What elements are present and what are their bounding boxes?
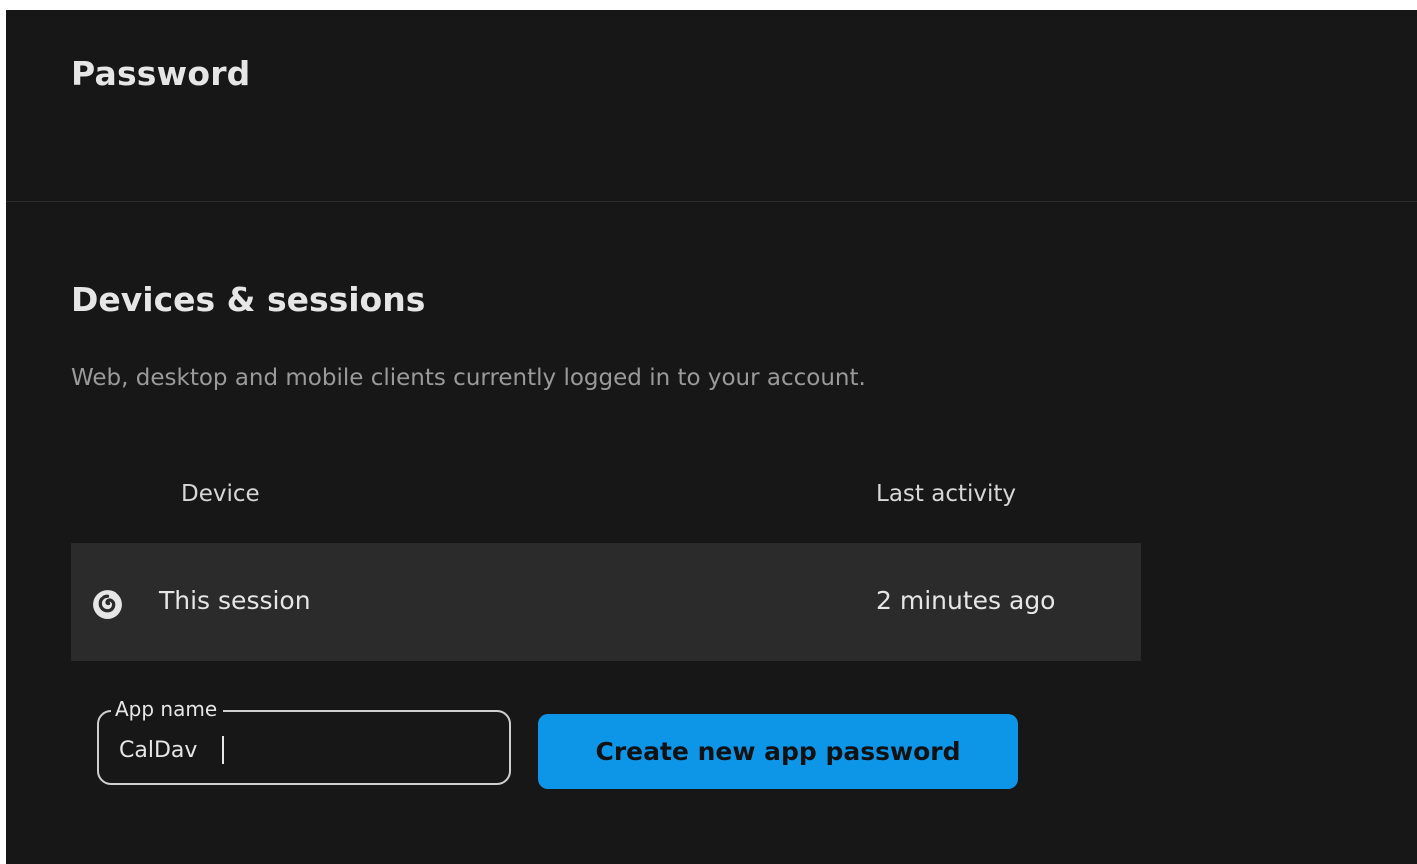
firefox-icon [93, 590, 122, 619]
app-name-label: App name [111, 697, 224, 721]
password-section: Password [6, 10, 1417, 202]
column-header-last-activity: Last activity [876, 481, 1016, 507]
password-heading: Password [71, 54, 251, 93]
devices-sessions-heading: Devices & sessions [71, 280, 426, 319]
create-app-password-button[interactable]: Create new app password [538, 714, 1018, 789]
session-name: This session [159, 586, 311, 615]
session-row: This session 2 minutes ago [71, 543, 1141, 661]
column-header-device: Device [181, 481, 260, 507]
session-last-activity: 2 minutes ago [876, 586, 1056, 615]
text-cursor [222, 736, 224, 764]
app-name-input[interactable] [119, 734, 479, 766]
app-name-field[interactable]: App name [97, 697, 511, 785]
devices-sessions-description: Web, desktop and mobile clients currentl… [71, 365, 866, 391]
settings-panel: Password Devices & sessions Web, desktop… [6, 10, 1417, 864]
